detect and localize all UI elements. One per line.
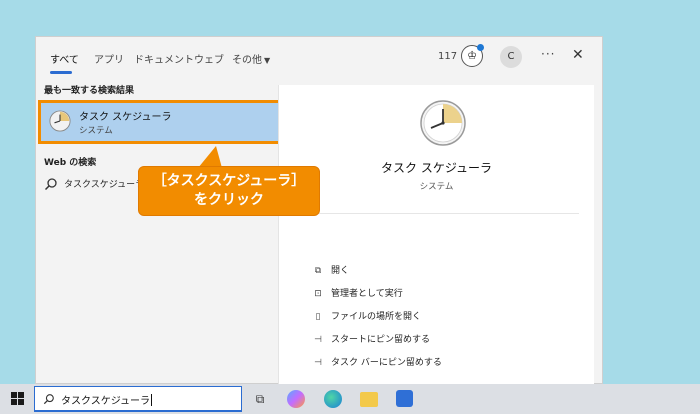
action-pin-taskbar[interactable]: ⊣ タスク バーにピン留めする [311,355,442,371]
tab-all[interactable]: すべて [50,51,79,66]
detail-subtitle: システム [419,182,454,192]
callout-line-1: ［タスクスケジューラ］ [152,173,306,189]
action-run-as-admin[interactable]: ⊡ 管理者として実行 [311,286,403,302]
divider [299,213,579,214]
copilot-icon[interactable] [287,390,305,408]
action-admin-label: 管理者として実行 [331,289,403,299]
text-caret [151,394,152,406]
pin-icon: ⊣ [314,335,322,345]
callout-line-2: をクリック [194,192,264,208]
action-pin-start[interactable]: ⊣ スタートにピン留めする [311,332,430,348]
file-explorer-icon[interactable] [360,392,378,407]
tab-more[interactable]: その他 ▼ [232,51,270,66]
instruction-callout: ［タスクスケジューラ］ をクリック [138,166,320,216]
tab-documents[interactable]: ドキュメント [134,51,194,66]
tab-more-label: その他 [232,55,262,66]
best-match-subtitle: システム [79,126,113,136]
task-view-icon[interactable]: ⧉ [250,389,270,409]
notification-dot [477,44,484,51]
windows-start-icon[interactable] [11,392,25,406]
action-pin-start-label: スタートにピン留めする [331,335,431,345]
detail-title: タスク スケジューラ [381,161,492,175]
edge-icon[interactable] [324,390,342,408]
clock-icon [49,110,71,132]
filter-tabs: すべて アプリ ドキュメント ウェブ その他 ▼ 117 ♔ C ··· ✕ [36,37,602,81]
pin-icon: ⊣ [314,358,322,368]
search-icon [44,178,57,191]
web-search-header: Web の検索 [44,158,97,168]
search-icon [43,394,54,405]
points-count: 117 [438,51,458,62]
clock-icon [420,100,466,146]
chevron-down-icon: ▼ [264,56,271,65]
more-options-icon[interactable]: ··· [541,47,555,61]
action-open-label: 開く [331,266,350,276]
best-match-header: 最も一致する検索結果 [44,86,135,96]
file-location-icon: ▯ [315,312,321,322]
action-file-location-label: ファイルの場所を開く [331,312,422,322]
tab-apps[interactable]: アプリ [94,51,124,66]
close-icon[interactable]: ✕ [572,47,584,63]
search-query: タスクスケジューラ [61,396,150,407]
best-match-title: タスク スケジューラ [79,112,172,123]
action-open-file-location[interactable]: ▯ ファイルの場所を開く [311,309,422,325]
taskbar-search-input[interactable]: タスクスケジューラ [34,386,242,412]
taskbar-search-value: タスクスケジューラ [61,392,152,407]
action-open[interactable]: ⧉ 開く [311,263,349,279]
callout-pointer [198,146,222,168]
avatar[interactable]: C [500,46,522,68]
action-pin-taskbar-label: タスク バーにピン留めする [331,358,442,368]
open-icon: ⧉ [314,266,322,276]
admin-icon: ⊡ [314,289,322,299]
store-icon[interactable] [396,390,413,407]
tab-web[interactable]: ウェブ [194,51,224,66]
active-tab-indicator [50,71,72,74]
detail-pane: タスク スケジューラ システム ⧉ 開く ⊡ 管理者として実行 ▯ ファイルの場所を開… [278,85,594,385]
best-match-item[interactable]: タスク スケジューラ システム [38,100,282,144]
